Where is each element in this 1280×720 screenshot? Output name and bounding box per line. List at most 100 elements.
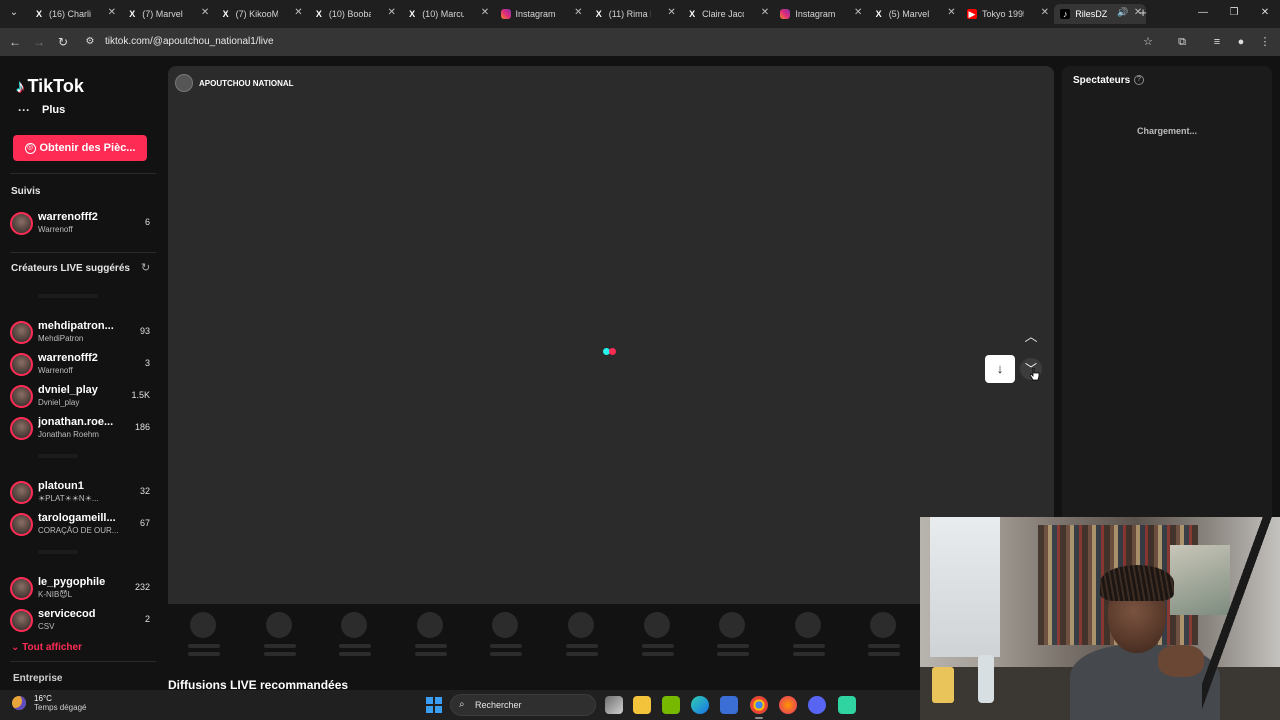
bookmark-star-icon[interactable]: ☆	[1141, 35, 1155, 49]
tiktok-logo[interactable]: ♪ TikTok	[16, 76, 84, 97]
browser-tab[interactable]: X (16) Charlie ✕	[28, 4, 120, 24]
creator-row[interactable]: tarologameill... CORAÇÃO DE OUR... 67	[10, 512, 152, 542]
taskbar-search-input[interactable]: ⌕ Rechercher	[450, 694, 596, 716]
tab-close-icon[interactable]: ✕	[108, 7, 116, 18]
browser-tab[interactable]: X (7) KikooMa ✕	[215, 4, 307, 24]
firefox-icon[interactable]	[779, 696, 797, 714]
browser-tab[interactable]: X (11) Rima Ha ✕	[588, 4, 680, 24]
loading-placeholder	[38, 550, 78, 554]
browser-tab[interactable]: ▶ Tokyo 1995 ✕	[961, 4, 1053, 24]
discord-icon[interactable]	[808, 696, 826, 714]
help-icon[interactable]: ?	[1134, 75, 1144, 85]
url-field[interactable]: tiktok.com/@apoutchou_national1/live	[105, 36, 274, 47]
creator-name: tarologameill...	[38, 512, 116, 524]
gift-placeholder	[792, 612, 825, 656]
creator-display-name: CSV	[38, 622, 55, 631]
see-all-label: Tout afficher	[22, 642, 82, 653]
browser-tab[interactable]: X (10) Marcus ✕	[401, 4, 493, 24]
tab-close-icon[interactable]: ✕	[574, 7, 582, 18]
creator-name: platoun1	[38, 480, 84, 492]
browser-tab[interactable]: Instagram ✕	[774, 4, 866, 24]
tab-close-icon[interactable]: ✕	[481, 7, 489, 18]
new-tab-icon[interactable]: +	[1136, 6, 1150, 20]
refresh-icon[interactable]: ↻	[141, 261, 150, 274]
browser-tab[interactable]: X Claire Jacqu ✕	[681, 4, 773, 24]
gift-placeholder	[641, 612, 674, 656]
creator-display-name: Warrenoff	[38, 225, 73, 234]
creator-row[interactable]: mehdipatron... MehdiPatron 93	[10, 320, 152, 350]
tab-close-icon[interactable]: ✕	[388, 7, 396, 18]
browser-tab[interactable]: ♪ RilesDZ ✕ 🔊	[1054, 4, 1147, 24]
browser-tab[interactable]: X (5) Marvel Fi ✕	[868, 4, 960, 24]
viewer-count: 32	[139, 486, 150, 496]
tab-search-icon[interactable]: ⌄	[7, 6, 21, 20]
browser-tab-strip: ⌄ X (16) Charlie ✕ X (7) Marvel Fi ✕ X (7) Kiko…	[0, 0, 1280, 28]
app-icon[interactable]	[838, 696, 856, 714]
creator-row[interactable]: le_pygophile K-NIB😈L 232	[10, 576, 152, 606]
creator-name: mehdipatron...	[38, 320, 114, 332]
divider	[10, 661, 156, 662]
browser-tab[interactable]: X (10) Booba | ✕	[308, 4, 400, 24]
creator-name: servicecod	[38, 608, 96, 620]
streamer-avatar	[175, 74, 193, 92]
viewers-panel: Spectateurs ? Chargement...	[1062, 66, 1272, 526]
reload-icon[interactable]: ↻	[55, 34, 71, 50]
tab-close-icon[interactable]: ✕	[667, 7, 675, 18]
tab-close-icon[interactable]: ✕	[947, 7, 955, 18]
previous-live-chevron-up-icon[interactable]: ︿	[1020, 326, 1042, 348]
browser-tab[interactable]: X (7) Marvel Fi ✕	[121, 4, 213, 24]
forward-icon[interactable]: →	[31, 34, 47, 50]
microsoft-store-icon[interactable]	[720, 696, 738, 714]
minimize-icon[interactable]: —	[1196, 6, 1210, 20]
creator-row[interactable]: warrenofff2 Warrenoff 3	[10, 352, 152, 382]
creator-row[interactable]: servicecod CSV 2	[10, 608, 152, 638]
task-view-icon[interactable]	[605, 696, 623, 714]
restore-icon[interactable]: ❐	[1227, 6, 1241, 20]
address-bar-row: ← → ↻ ⚙ tiktok.com/@apoutchou_national1/…	[0, 28, 1280, 56]
tab-close-icon[interactable]: ✕	[761, 7, 769, 18]
extensions-icon[interactable]: ⧉	[1175, 35, 1189, 49]
tab-label: (10) Marcus	[422, 9, 465, 19]
get-coins-button[interactable]: ◎ Obtenir des Pièc...	[13, 135, 147, 161]
chrome-icon[interactable]	[750, 696, 768, 719]
download-icon[interactable]: ↓	[985, 355, 1015, 383]
weather-temperature: 16°C	[34, 694, 52, 703]
creator-avatar	[10, 385, 33, 408]
viewer-count: 67	[139, 518, 150, 528]
get-coins-label: Obtenir des Pièc...	[39, 142, 136, 154]
creator-row[interactable]: dvniel_play Dvniel_play 1.5K	[10, 384, 152, 414]
nvidia-icon[interactable]	[662, 696, 680, 714]
creator-row[interactable]: platoun1 ☀PLAT☀☀N☀... 32	[10, 480, 152, 510]
x-icon: X	[875, 9, 882, 19]
tab-audio-icon[interactable]: 🔊	[1117, 7, 1128, 18]
suggested-section-title: Créateurs LIVE suggérés	[11, 263, 130, 274]
close-window-icon[interactable]: ✕	[1258, 6, 1272, 20]
creator-row[interactable]: jonathan.roe... Jonathan Roehm 186	[10, 416, 152, 446]
back-icon[interactable]: ←	[7, 34, 23, 50]
mouse-cursor-icon	[1030, 368, 1040, 381]
tab-close-icon[interactable]: ✕	[1041, 7, 1049, 18]
see-all-link[interactable]: ⌄ Tout afficher	[11, 642, 82, 653]
edge-icon[interactable]	[691, 696, 709, 714]
gift-placeholder	[188, 612, 220, 656]
more-menu-item[interactable]: ··· Plus	[18, 103, 65, 117]
tab-close-icon[interactable]: ✕	[294, 7, 302, 18]
profile-icon[interactable]: ●	[1234, 35, 1248, 49]
streamer-name: APOUTCHOU NATIONAL	[199, 78, 294, 88]
streamer-badge[interactable]: APOUTCHOU NATIONAL	[175, 73, 294, 93]
browser-tab[interactable]: Instagram ✕	[495, 4, 587, 24]
loading-placeholder	[38, 294, 98, 298]
media-controls-icon[interactable]: ≡	[1210, 35, 1224, 49]
creator-row[interactable]: warrenofff2 Warrenoff 6	[10, 211, 152, 241]
windows-taskbar: 16°C Temps dégagé ⌕ Rechercher	[0, 690, 920, 720]
file-explorer-icon[interactable]	[633, 696, 651, 714]
gift-placeholder	[868, 612, 901, 656]
site-info-icon[interactable]: ⚙	[82, 34, 98, 50]
tab-close-icon[interactable]: ✕	[854, 7, 862, 18]
windows-start-icon[interactable]	[426, 697, 442, 713]
weather-widget[interactable]: 16°C Temps dégagé	[12, 694, 86, 712]
company-section-title[interactable]: Entreprise	[13, 673, 62, 684]
tab-close-icon[interactable]: ✕	[201, 7, 209, 18]
tiktok-note-icon: ♪	[16, 76, 25, 96]
browser-menu-icon[interactable]: ⋮	[1258, 35, 1272, 49]
